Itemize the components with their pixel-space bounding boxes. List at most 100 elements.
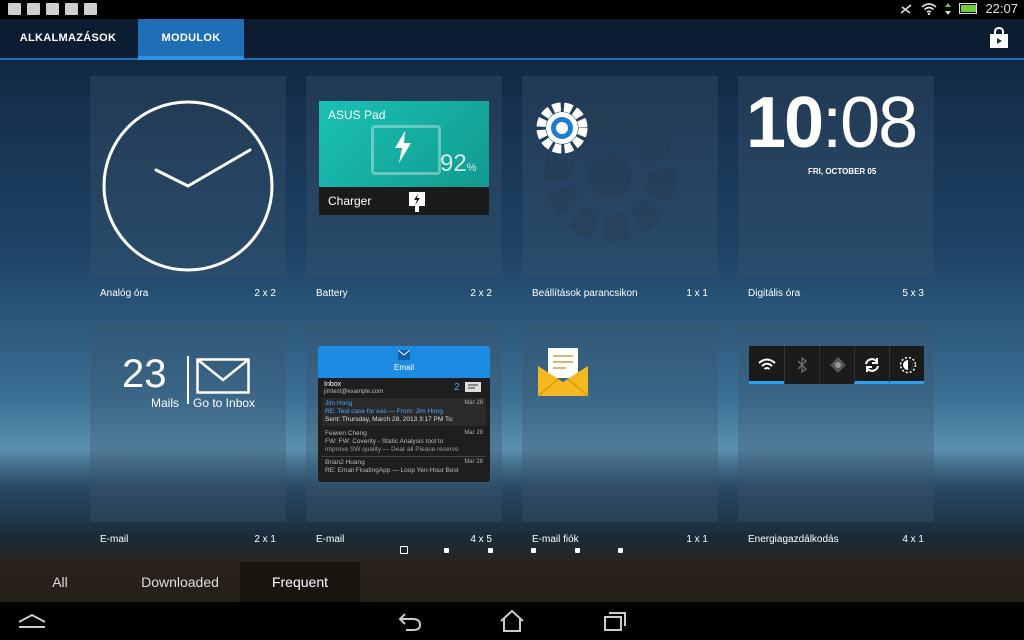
recent-apps-icon bbox=[604, 612, 626, 631]
charger-plug-icon bbox=[409, 192, 425, 212]
back-button[interactable] bbox=[390, 606, 430, 636]
email-from: Brian2 Huang bbox=[325, 459, 365, 466]
clock-hours: 10 bbox=[746, 83, 824, 163]
tab-frequent[interactable]: Frequent bbox=[240, 562, 360, 602]
widget-digital-clock[interactable]: 10:08 FRI, OCTOBER 05 bbox=[738, 76, 934, 276]
gps-toggle[interactable] bbox=[819, 346, 855, 384]
battery-icon bbox=[959, 3, 978, 14]
charger-label: Charger bbox=[328, 194, 372, 208]
tab-apps[interactable]: ALKALMAZÁSOK bbox=[12, 19, 124, 58]
email-row[interactable]: Brian2 Huang Mar 28 RE: Email FloatingAp… bbox=[322, 456, 486, 479]
email-row[interactable]: Feiwen Cheng Mar 28 FW: FW: Coverity - S… bbox=[322, 428, 486, 456]
filter-tabs: All Downloaded Frequent bbox=[0, 562, 1024, 602]
battery-device-name: ASUS Pad bbox=[328, 108, 386, 122]
email-subject: FW: FW: Coverity - Static Analysis tool … bbox=[325, 438, 444, 445]
email-from: Feiwen Cheng bbox=[325, 430, 367, 437]
email-from: Jim Hong bbox=[325, 400, 353, 407]
email-header: Email bbox=[318, 346, 490, 378]
email-date: Mar 28 bbox=[464, 459, 483, 465]
widget-size: 5 x 3 bbox=[902, 288, 924, 299]
notification-icons bbox=[8, 3, 97, 15]
email-subject: RE: Email FloatingApp — Loop Yen-Hour Be… bbox=[325, 467, 459, 474]
email-count: 23 bbox=[122, 352, 167, 396]
navigation-bar bbox=[0, 602, 1024, 640]
shopping-bag-icon[interactable] bbox=[988, 27, 1010, 49]
email-row[interactable]: Jim Hong Mar 28 RE: Test case for eas — … bbox=[322, 398, 486, 426]
divider bbox=[187, 356, 189, 404]
inbox-label: Go to Inbox bbox=[193, 396, 256, 410]
top-tab-bar: ALKALMAZÁSOK MODULOK bbox=[0, 19, 1024, 60]
email-preview: improve SW quality — Dear all Please res… bbox=[325, 446, 459, 453]
home-icon bbox=[500, 610, 524, 632]
power-toggle-bar bbox=[749, 346, 924, 384]
widget-email-small[interactable]: 23 Mails Go to Inbox bbox=[90, 322, 286, 522]
email-date: Mar 28 bbox=[464, 400, 483, 406]
brightness-toggle[interactable] bbox=[889, 346, 924, 384]
email-folder: Inbox bbox=[324, 381, 342, 388]
tab-all[interactable]: All bbox=[20, 562, 100, 602]
widget-name: E-mail bbox=[316, 534, 345, 545]
page-dot[interactable] bbox=[575, 548, 580, 553]
envelope-icon bbox=[196, 358, 250, 394]
settings-gear-icon bbox=[536, 102, 588, 154]
data-arrows-icon bbox=[945, 2, 952, 15]
widget-name: Energiagazdálkodás bbox=[748, 534, 839, 545]
wifi-icon bbox=[921, 2, 937, 15]
sync-toggle[interactable] bbox=[854, 346, 889, 384]
tab-widgets[interactable]: MODULOK bbox=[138, 19, 244, 60]
widget-size: 4 x 5 bbox=[470, 534, 492, 545]
widget-name: Beállítások parancsikon bbox=[532, 288, 638, 299]
widget-size: 2 x 1 bbox=[254, 534, 276, 545]
widget-size: 1 x 1 bbox=[686, 534, 708, 545]
email-date: Mar 28 bbox=[464, 430, 483, 436]
camera-icon bbox=[84, 3, 97, 15]
page-dot[interactable] bbox=[618, 548, 623, 553]
widget-name: Battery bbox=[316, 288, 348, 299]
tab-downloaded[interactable]: Downloaded bbox=[120, 562, 240, 602]
compose-icon bbox=[465, 382, 481, 392]
battery-panel: ASUS Pad 92% bbox=[319, 101, 489, 187]
widget-email-account[interactable] bbox=[522, 322, 718, 522]
widget-name: Analóg óra bbox=[100, 288, 149, 299]
analog-clock-face bbox=[102, 100, 274, 272]
page-dot[interactable] bbox=[444, 548, 449, 553]
back-icon bbox=[398, 613, 422, 631]
bluetooth-icon bbox=[797, 357, 807, 373]
widget-size: 2 x 2 bbox=[470, 288, 492, 299]
page-dot[interactable] bbox=[531, 548, 536, 553]
email-account: jimtest@example.com bbox=[324, 389, 384, 395]
bluetooth-toggle[interactable] bbox=[784, 346, 820, 384]
battery-percent: 92% bbox=[440, 150, 476, 178]
widget-name: E-mail fiók bbox=[532, 534, 579, 545]
widget-analog-clock[interactable] bbox=[90, 76, 286, 276]
email-account-icon bbox=[537, 348, 589, 397]
lightning-icon bbox=[395, 131, 411, 163]
email-preview: Sent: Thursday, March 28, 2013 3:17 PM T… bbox=[325, 416, 454, 423]
system-icons: 22:07 bbox=[899, 1, 1018, 16]
menu-icon bbox=[18, 613, 46, 628]
recent-apps-button[interactable] bbox=[594, 606, 634, 636]
widget-power-control[interactable] bbox=[738, 322, 934, 522]
email-header-title: Email bbox=[393, 363, 414, 372]
page-indicator bbox=[0, 546, 1024, 555]
page-dot-current[interactable] bbox=[400, 546, 408, 554]
mail-icon bbox=[46, 3, 59, 15]
menu-button[interactable] bbox=[12, 606, 52, 636]
widget-settings-shortcut[interactable] bbox=[522, 76, 718, 276]
wifi-toggle[interactable] bbox=[749, 346, 784, 384]
widget-size: 2 x 2 bbox=[254, 288, 276, 299]
widget-size: 4 x 1 bbox=[902, 534, 924, 545]
digital-clock-date: FRI, OCTOBER 05 bbox=[808, 167, 877, 176]
airplane-off-icon bbox=[900, 3, 912, 14]
status-bar: 22:07 bbox=[0, 0, 1024, 19]
page-dot[interactable] bbox=[488, 548, 493, 553]
widget-battery[interactable]: ASUS Pad 92% Charger bbox=[306, 76, 502, 276]
email-panel: Email Inbox jimtest@example.com 2 Jim Ho… bbox=[318, 346, 490, 482]
home-button[interactable] bbox=[492, 606, 532, 636]
widget-size: 1 x 1 bbox=[686, 288, 708, 299]
battery-percent-value: 92 bbox=[440, 150, 467, 177]
widget-name: Digitális óra bbox=[748, 288, 801, 299]
widget-email-large[interactable]: Email Inbox jimtest@example.com 2 Jim Ho… bbox=[306, 322, 502, 522]
battery-percent-sign: % bbox=[466, 162, 477, 174]
email-subject: RE: Test case for eas — From: Jim Hong bbox=[325, 408, 443, 415]
